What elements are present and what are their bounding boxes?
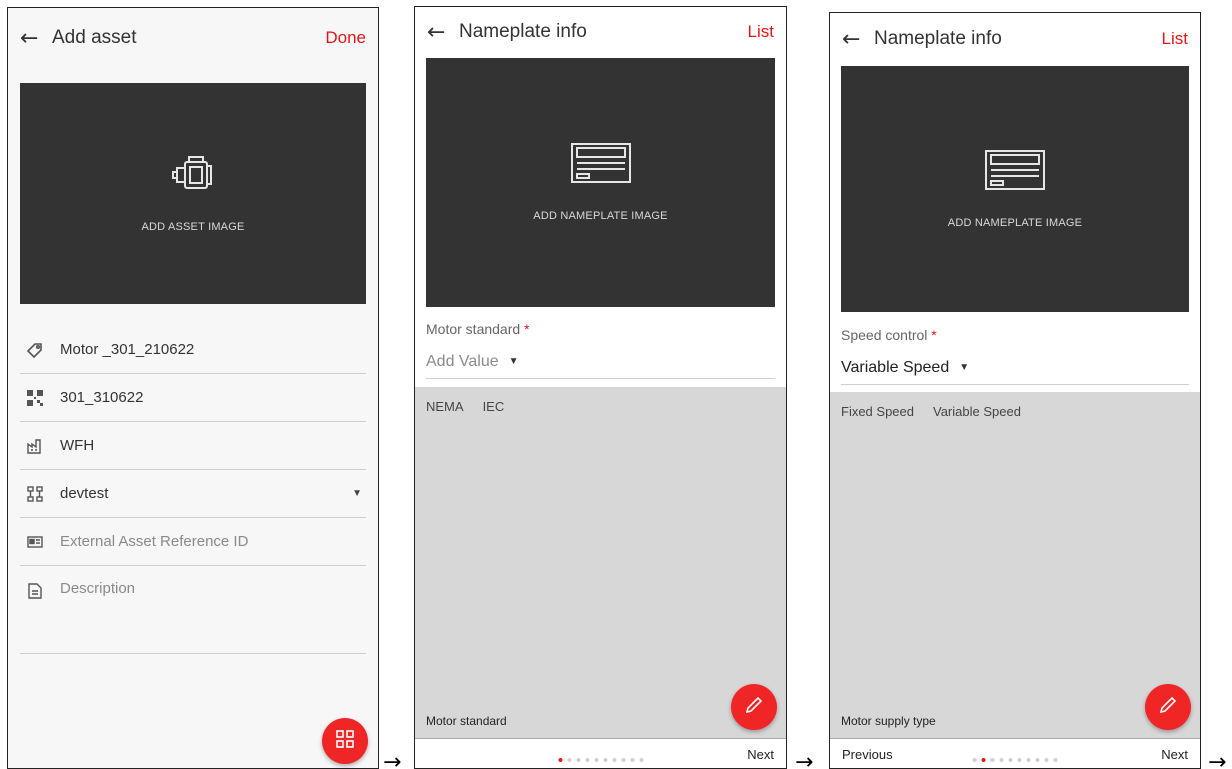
- page-dot: [594, 758, 598, 762]
- description-field[interactable]: Description: [20, 566, 366, 654]
- add-nameplate-image-label: ADD NAMEPLATE IMAGE: [947, 216, 1083, 229]
- app-header: ← Nameplate info List: [415, 7, 786, 57]
- option-nema[interactable]: NEMA: [426, 399, 464, 414]
- asset-name-value: Motor _301_210622: [60, 341, 195, 358]
- motor-icon: [171, 154, 215, 199]
- page-dot: [1035, 758, 1040, 762]
- page-dot: [990, 758, 995, 762]
- page-dot: [612, 758, 616, 762]
- speed-control-label: Speed control *: [841, 327, 937, 343]
- factory-icon: [24, 435, 46, 457]
- page-dot: [1008, 758, 1013, 762]
- page-title: Nameplate info: [874, 28, 1002, 49]
- hierarchy-dropdown[interactable]: devtest ▼: [20, 470, 366, 518]
- previous-button[interactable]: Previous: [842, 747, 893, 762]
- qr-scan-icon: [335, 729, 355, 754]
- next-button[interactable]: Next: [747, 747, 774, 762]
- speed-control-select[interactable]: Variable Speed ▼: [841, 351, 1189, 385]
- nameplate-info-screen-2: ← Nameplate info List ADD NAMEPLATE IMAG…: [829, 12, 1201, 769]
- edit-fab-button[interactable]: [731, 684, 777, 730]
- page-dot: [630, 758, 634, 762]
- page-dot: [585, 758, 589, 762]
- site-field[interactable]: WFH: [20, 422, 366, 470]
- speed-control-value: Variable Speed: [841, 358, 950, 376]
- add-nameplate-image-label: ADD NAMEPLATE IMAGE: [533, 210, 668, 222]
- nameplate-image-placeholder[interactable]: ADD NAMEPLATE IMAGE: [841, 66, 1189, 312]
- caret-down-icon: ▼: [959, 362, 970, 373]
- options-list: Fixed Speed Variable Speed: [841, 404, 1021, 419]
- back-arrow-icon[interactable]: ←: [842, 27, 860, 52]
- page-dot: [1044, 758, 1049, 762]
- page-title: Nameplate info: [459, 21, 587, 42]
- hierarchy-value: devtest: [60, 485, 109, 502]
- nameplate-icon: [570, 143, 631, 188]
- site-value: WFH: [60, 437, 95, 454]
- scan-fab-button[interactable]: [322, 718, 368, 764]
- page-dot: [1026, 758, 1031, 762]
- done-button[interactable]: Done: [325, 28, 366, 48]
- asset-id-value: 301_310622: [60, 389, 144, 406]
- panel-footer-label: Motor supply type: [841, 714, 936, 728]
- description-placeholder: Description: [60, 580, 136, 597]
- nameplate-image-placeholder[interactable]: ADD NAMEPLATE IMAGE: [426, 58, 775, 307]
- tag-icon: [24, 339, 46, 361]
- option-fixed-speed[interactable]: Fixed Speed: [841, 404, 914, 419]
- option-iec[interactable]: IEC: [483, 399, 505, 414]
- page-dot-active: [558, 758, 562, 762]
- pencil-icon: [744, 695, 764, 720]
- page-dot: [999, 758, 1004, 762]
- list-button[interactable]: List: [748, 22, 774, 42]
- page-dot: [639, 758, 643, 762]
- pager-bar: Next: [415, 738, 786, 768]
- nameplate-icon: [985, 149, 1045, 195]
- page-dot: [603, 758, 607, 762]
- add-asset-image-label: ADD ASSET IMAGE: [141, 221, 245, 233]
- page-dot: [576, 758, 580, 762]
- app-header: ← Nameplate info List: [830, 13, 1200, 65]
- options-list: NEMA IEC: [426, 399, 504, 414]
- external-reference-placeholder: External Asset Reference ID: [60, 533, 249, 550]
- edit-fab-button[interactable]: [1145, 684, 1191, 730]
- asset-name-field[interactable]: Motor _301_210622: [20, 326, 366, 374]
- asset-image-placeholder[interactable]: ADD ASSET IMAGE: [20, 83, 366, 304]
- motor-standard-select[interactable]: Add Value ▼: [426, 345, 775, 379]
- hierarchy-icon: [24, 483, 46, 505]
- add-asset-screen: ← Add asset Done ADD ASSET IMAGE Motor _…: [7, 7, 379, 769]
- page-dot: [567, 758, 571, 762]
- caret-down-icon: ▼: [508, 356, 519, 367]
- next-button[interactable]: Next: [1161, 747, 1188, 762]
- flow-arrow: →: [383, 750, 402, 769]
- panel-footer-label: Motor standard: [426, 714, 507, 728]
- option-variable-speed[interactable]: Variable Speed: [933, 404, 1021, 419]
- flow-arrow: →: [1208, 750, 1227, 769]
- nameplate-info-screen-1: ← Nameplate info List ADD NAMEPLATE IMAG…: [414, 6, 787, 769]
- app-header: ← Add asset Done: [8, 8, 378, 68]
- document-icon: [24, 580, 46, 602]
- external-reference-field[interactable]: External Asset Reference ID: [20, 518, 366, 566]
- motor-standard-label: Motor standard *: [426, 321, 530, 337]
- motor-standard-value: Add Value: [426, 352, 499, 370]
- qr-code-icon: [24, 387, 46, 409]
- page-indicator: [972, 758, 1058, 762]
- required-marker: *: [524, 321, 530, 337]
- required-marker: *: [931, 327, 937, 343]
- list-button[interactable]: List: [1162, 29, 1188, 49]
- options-panel: NEMA IEC Motor standard: [415, 387, 786, 738]
- back-arrow-icon[interactable]: ←: [427, 20, 445, 45]
- chevron-down-icon: ▼: [352, 488, 362, 499]
- flow-arrow: →: [795, 750, 814, 769]
- pencil-icon: [1158, 695, 1178, 720]
- page-title: Add asset: [52, 27, 137, 48]
- back-arrow-icon[interactable]: ←: [20, 26, 38, 51]
- options-panel: Fixed Speed Variable Speed Motor supply …: [830, 392, 1200, 738]
- page-dot: [1053, 758, 1058, 762]
- page-dot: [1017, 758, 1022, 762]
- page-dot-active: [981, 758, 986, 762]
- page-dot: [621, 758, 625, 762]
- id-card-icon: [24, 531, 46, 553]
- page-indicator: [558, 758, 643, 762]
- asset-id-field[interactable]: 301_310622: [20, 374, 366, 422]
- page-dot: [972, 758, 977, 762]
- pager-bar: Previous Next: [830, 738, 1200, 768]
